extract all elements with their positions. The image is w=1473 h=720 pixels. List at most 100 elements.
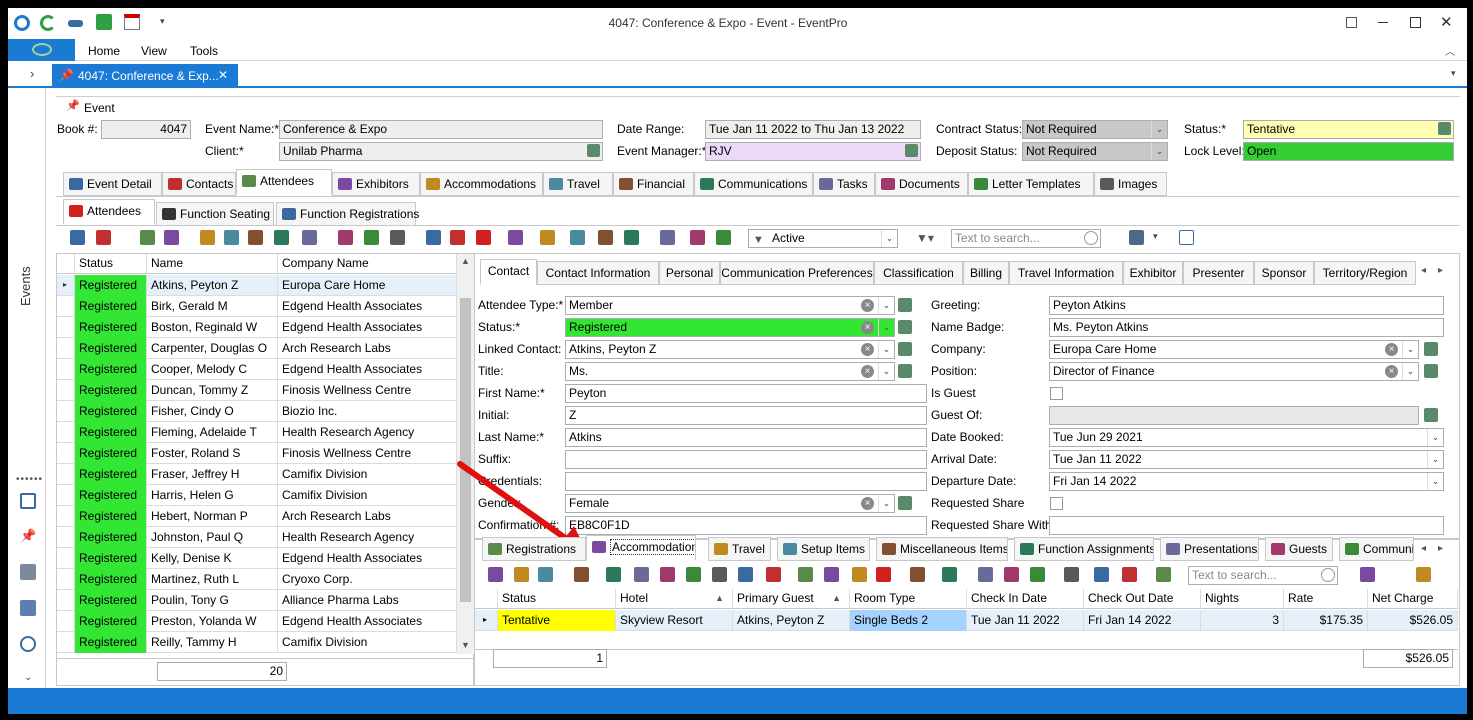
- event-status-field[interactable]: Tentative: [1243, 120, 1454, 139]
- chevron-down-icon[interactable]: ⌄: [881, 230, 897, 247]
- chevron-down-icon[interactable]: ⌄: [1427, 429, 1443, 446]
- table-row[interactable]: Registered Fisher, Cindy O Biozio Inc.: [57, 401, 457, 422]
- tab-letter-templates[interactable]: Letter Templates: [968, 172, 1094, 196]
- table-row[interactable]: Registered Birk, Gerald M Edgend Health As…: [57, 296, 457, 317]
- print-dropdown-icon[interactable]: ▾: [1153, 231, 1158, 242]
- bottom-tab-registrations[interactable]: Registrations: [482, 537, 586, 561]
- book-icon[interactable]: [598, 230, 613, 245]
- ribbon-collapse-icon[interactable]: ︿: [1445, 43, 1455, 58]
- detail-tab-communication-preferences[interactable]: Communication Preferences: [720, 261, 874, 285]
- bottom-tab-function-assignments[interactable]: Function Assignments: [1014, 537, 1154, 561]
- credentials-field[interactable]: [565, 472, 927, 491]
- chevron-down-icon[interactable]: ⌄: [878, 495, 894, 512]
- briefcase-icon[interactable]: [224, 230, 239, 245]
- clear-icon[interactable]: ×: [1385, 365, 1398, 378]
- table-row[interactable]: Registered Carpenter, Douglas O Arch Resea…: [57, 338, 457, 359]
- down-icon[interactable]: [716, 230, 731, 245]
- booked-field[interactable]: Tue Jun 29 2021 ⌄: [1049, 428, 1444, 447]
- print-icon[interactable]: [1129, 230, 1144, 245]
- up-icon[interactable]: [1094, 567, 1109, 582]
- notes-icon[interactable]: [660, 230, 675, 245]
- status-lookup-icon[interactable]: [1438, 122, 1451, 135]
- company-field[interactable]: Europa Care Home × ⌄: [1049, 340, 1419, 359]
- row-indicator[interactable]: [57, 548, 75, 569]
- table-row[interactable]: Registered Cooper, Melody C Edgend Health …: [57, 359, 457, 380]
- table-row[interactable]: Registered Boston, Reginald W Edgend Healt…: [57, 317, 457, 338]
- tab-list-dropdown-icon[interactable]: ▾: [1451, 68, 1456, 79]
- scroll-down-icon[interactable]: ▼: [461, 640, 470, 650]
- print-icon[interactable]: [1360, 567, 1375, 582]
- column-header-company-name[interactable]: Company Name: [278, 254, 457, 274]
- bottom-tab-accommodations[interactable]: Accommodations: [586, 535, 696, 561]
- sidebar-scroll-down-icon[interactable]: ⌄: [24, 672, 32, 683]
- row-indicator[interactable]: ▸: [57, 275, 75, 296]
- info-icon[interactable]: [164, 230, 179, 245]
- title-field[interactable]: Ms. × ⌄: [565, 362, 895, 381]
- bottom-tab-miscellaneous-items[interactable]: Miscellaneous Items: [876, 537, 1008, 561]
- link-icon[interactable]: [570, 230, 585, 245]
- initial-field[interactable]: Z: [565, 406, 927, 425]
- bottom-tab-travel[interactable]: Travel: [708, 537, 771, 561]
- edit-icon[interactable]: [606, 567, 621, 582]
- folder-icon[interactable]: [798, 567, 813, 582]
- info-icon[interactable]: [574, 567, 589, 582]
- column-header-room-type[interactable]: Room Type: [850, 589, 967, 609]
- table-row[interactable]: Registered Hebert, Norman P Arch Research …: [57, 506, 457, 527]
- chevron-down-icon[interactable]: ⌄: [878, 319, 894, 336]
- up-icon[interactable]: [690, 230, 705, 245]
- document-tab-event[interactable]: 📌 4047: Conference & Exp... ✕: [52, 64, 238, 88]
- clipboard-icon[interactable]: [364, 230, 379, 245]
- linked-field[interactable]: Atkins, Peyton Z × ⌄: [565, 340, 895, 359]
- deposit-status-select[interactable]: Not Required ⌄: [1022, 142, 1168, 161]
- attendee-type-field[interactable]: Member × ⌄: [565, 296, 895, 315]
- filter-options-icon[interactable]: ▼▾: [916, 231, 934, 245]
- share-checkbox[interactable]: [1050, 497, 1063, 510]
- clear-icon[interactable]: ×: [861, 343, 874, 356]
- tab-financial[interactable]: Financial: [613, 172, 694, 196]
- gender-field[interactable]: Female × ⌄: [565, 494, 895, 513]
- search-icon[interactable]: [1321, 568, 1335, 582]
- group-icon[interactable]: [274, 230, 289, 245]
- tab-communications[interactable]: Communications: [694, 172, 813, 196]
- row-indicator[interactable]: [57, 296, 75, 317]
- date-range-field[interactable]: Tue Jan 11 2022 to Thu Jan 13 2022: [705, 120, 921, 139]
- sidebar-label-events[interactable]: Events: [18, 246, 33, 306]
- column-header-hotel[interactable]: Hotel ▲: [616, 589, 733, 609]
- detail-tab-exhibitor[interactable]: Exhibitor: [1123, 261, 1183, 285]
- detail-tab-contact[interactable]: Contact: [480, 259, 537, 285]
- export-icon[interactable]: [910, 567, 925, 582]
- calculator-icon[interactable]: [426, 230, 441, 245]
- column-header-status[interactable]: Status: [75, 254, 147, 274]
- sidebar-splitter[interactable]: ••••••: [16, 474, 43, 485]
- column-header-name[interactable]: Name: [147, 254, 278, 274]
- copy-icon[interactable]: [942, 567, 957, 582]
- minimize-icon[interactable]: [1378, 22, 1388, 23]
- find-icon[interactable]: [1416, 567, 1431, 582]
- clipboard-icon[interactable]: [824, 567, 839, 582]
- table-row[interactable]: Registered Fraser, Jeffrey H Camifix Divis…: [57, 464, 457, 485]
- calendar-icon[interactable]: [124, 14, 140, 30]
- group-icon[interactable]: [738, 567, 753, 582]
- tab-accommodations[interactable]: Accommodations: [420, 172, 543, 196]
- edit-icon[interactable]: [140, 230, 155, 245]
- chevron-down-icon[interactable]: ⌄: [878, 363, 894, 380]
- column-header-status[interactable]: Status: [498, 589, 616, 609]
- table-row[interactable]: Registered Martinez, Ruth L Cryoxo Corp.: [57, 569, 457, 590]
- detail-tab-territory-region[interactable]: Territory/Region: [1314, 261, 1416, 285]
- detail-tab-sponsor[interactable]: Sponsor: [1254, 261, 1314, 285]
- chevron-down-icon[interactable]: ⌄: [878, 297, 894, 314]
- row-indicator[interactable]: [57, 422, 75, 443]
- row-indicator[interactable]: [57, 380, 75, 401]
- clear-icon[interactable]: ×: [861, 321, 874, 334]
- add-attendee-icon[interactable]: [96, 230, 111, 245]
- tab-exhibitors[interactable]: Exhibitors: [332, 172, 420, 196]
- table-row[interactable]: ▸ Tentative Skyview Resort Atkins, Peyton Z…: [475, 610, 1458, 631]
- subtab-function-seating[interactable]: Function Seating: [156, 202, 274, 226]
- new-icon[interactable]: [488, 567, 503, 582]
- lookup-icon[interactable]: [898, 496, 912, 510]
- down-icon[interactable]: [1122, 567, 1137, 582]
- filter-select[interactable]: ▼ Active ⌄: [748, 229, 898, 248]
- arrival-field[interactable]: Tue Jan 11 2022 ⌄: [1049, 450, 1444, 469]
- row-indicator[interactable]: [57, 359, 75, 380]
- chevron-down-icon[interactable]: ⌄: [1151, 143, 1167, 160]
